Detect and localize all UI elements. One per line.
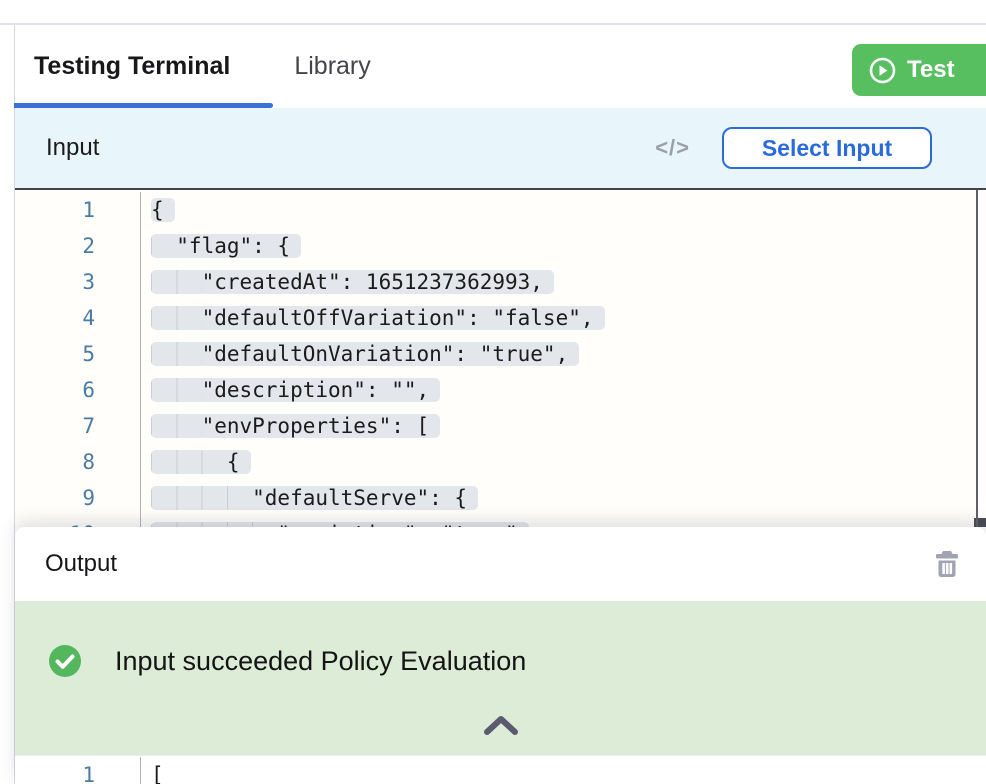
line-number: 3 — [15, 264, 141, 300]
code-line: 1 [ — [15, 757, 986, 784]
input-title: Input — [46, 134, 99, 162]
code-text: { — [151, 198, 175, 222]
line-number: 4 — [15, 300, 141, 336]
editor-scrollbar-corner[interactable] — [974, 518, 986, 527]
output-section-header: Output — [15, 527, 986, 601]
code-line: 7 "envProperties": [ — [15, 408, 986, 444]
trash-icon[interactable] — [932, 548, 962, 580]
line-number: 2 — [15, 228, 141, 264]
tab-library[interactable]: Library — [294, 52, 370, 81]
code-text: "defaultOnVariation": "true", — [151, 342, 579, 366]
code-text: "description": "", — [151, 378, 440, 402]
code-line: 5 "defaultOnVariation": "true", — [15, 336, 986, 372]
input-code-editor[interactable]: 1 { 2 "flag": { 3 "createdAt": 165123736… — [15, 188, 986, 527]
success-check-icon — [48, 644, 82, 678]
output-code-editor[interactable]: 1 [ — [15, 755, 986, 784]
code-line: 10 "variation": "true" — [15, 516, 986, 527]
code-line: 8 { — [15, 444, 986, 480]
code-text: "defaultServe": { — [151, 486, 478, 510]
code-line: 9 "defaultServe": { — [15, 480, 986, 516]
code-view-icon[interactable]: </> — [655, 135, 690, 161]
select-input-button[interactable]: Select Input — [722, 127, 932, 169]
code-text: "envProperties": [ — [151, 414, 440, 438]
code-text: { — [151, 450, 251, 474]
tab-testing-terminal[interactable]: Testing Terminal — [34, 52, 230, 81]
code-text: "defaultOffVariation": "false", — [151, 306, 605, 330]
chevron-up-icon[interactable] — [479, 713, 523, 737]
code-line: 2 "flag": { — [15, 228, 986, 264]
output-panel: Output Input succeeded Policy Evaluation — [15, 527, 986, 784]
test-button[interactable]: Test — [852, 44, 986, 96]
code-line: 6 "description": "", — [15, 372, 986, 408]
code-line: 3 "createdAt": 1651237362993, — [15, 264, 986, 300]
input-section-header: Input </> Select Input — [15, 108, 986, 188]
success-banner: Input succeeded Policy Evaluation — [15, 601, 986, 755]
line-number: 9 — [15, 480, 141, 516]
code-text: [ — [151, 763, 164, 784]
line-number: 5 — [15, 336, 141, 372]
play-icon — [869, 57, 896, 84]
line-number: 1 — [15, 757, 141, 784]
code-line: 1 { — [15, 192, 986, 228]
code-text: "flag": { — [151, 234, 301, 258]
test-button-label: Test — [907, 56, 955, 84]
output-title: Output — [45, 550, 117, 578]
code-text: "createdAt": 1651237362993, — [151, 270, 554, 294]
tab-bar: Testing Terminal Library — [15, 25, 986, 108]
line-number: 8 — [15, 444, 141, 480]
success-message: Input succeeded Policy Evaluation — [115, 646, 526, 677]
code-line: 4 "defaultOffVariation": "false", — [15, 300, 986, 336]
line-number: 10 — [15, 516, 141, 527]
line-number: 6 — [15, 372, 141, 408]
line-number: 7 — [15, 408, 141, 444]
line-number: 1 — [15, 192, 141, 228]
